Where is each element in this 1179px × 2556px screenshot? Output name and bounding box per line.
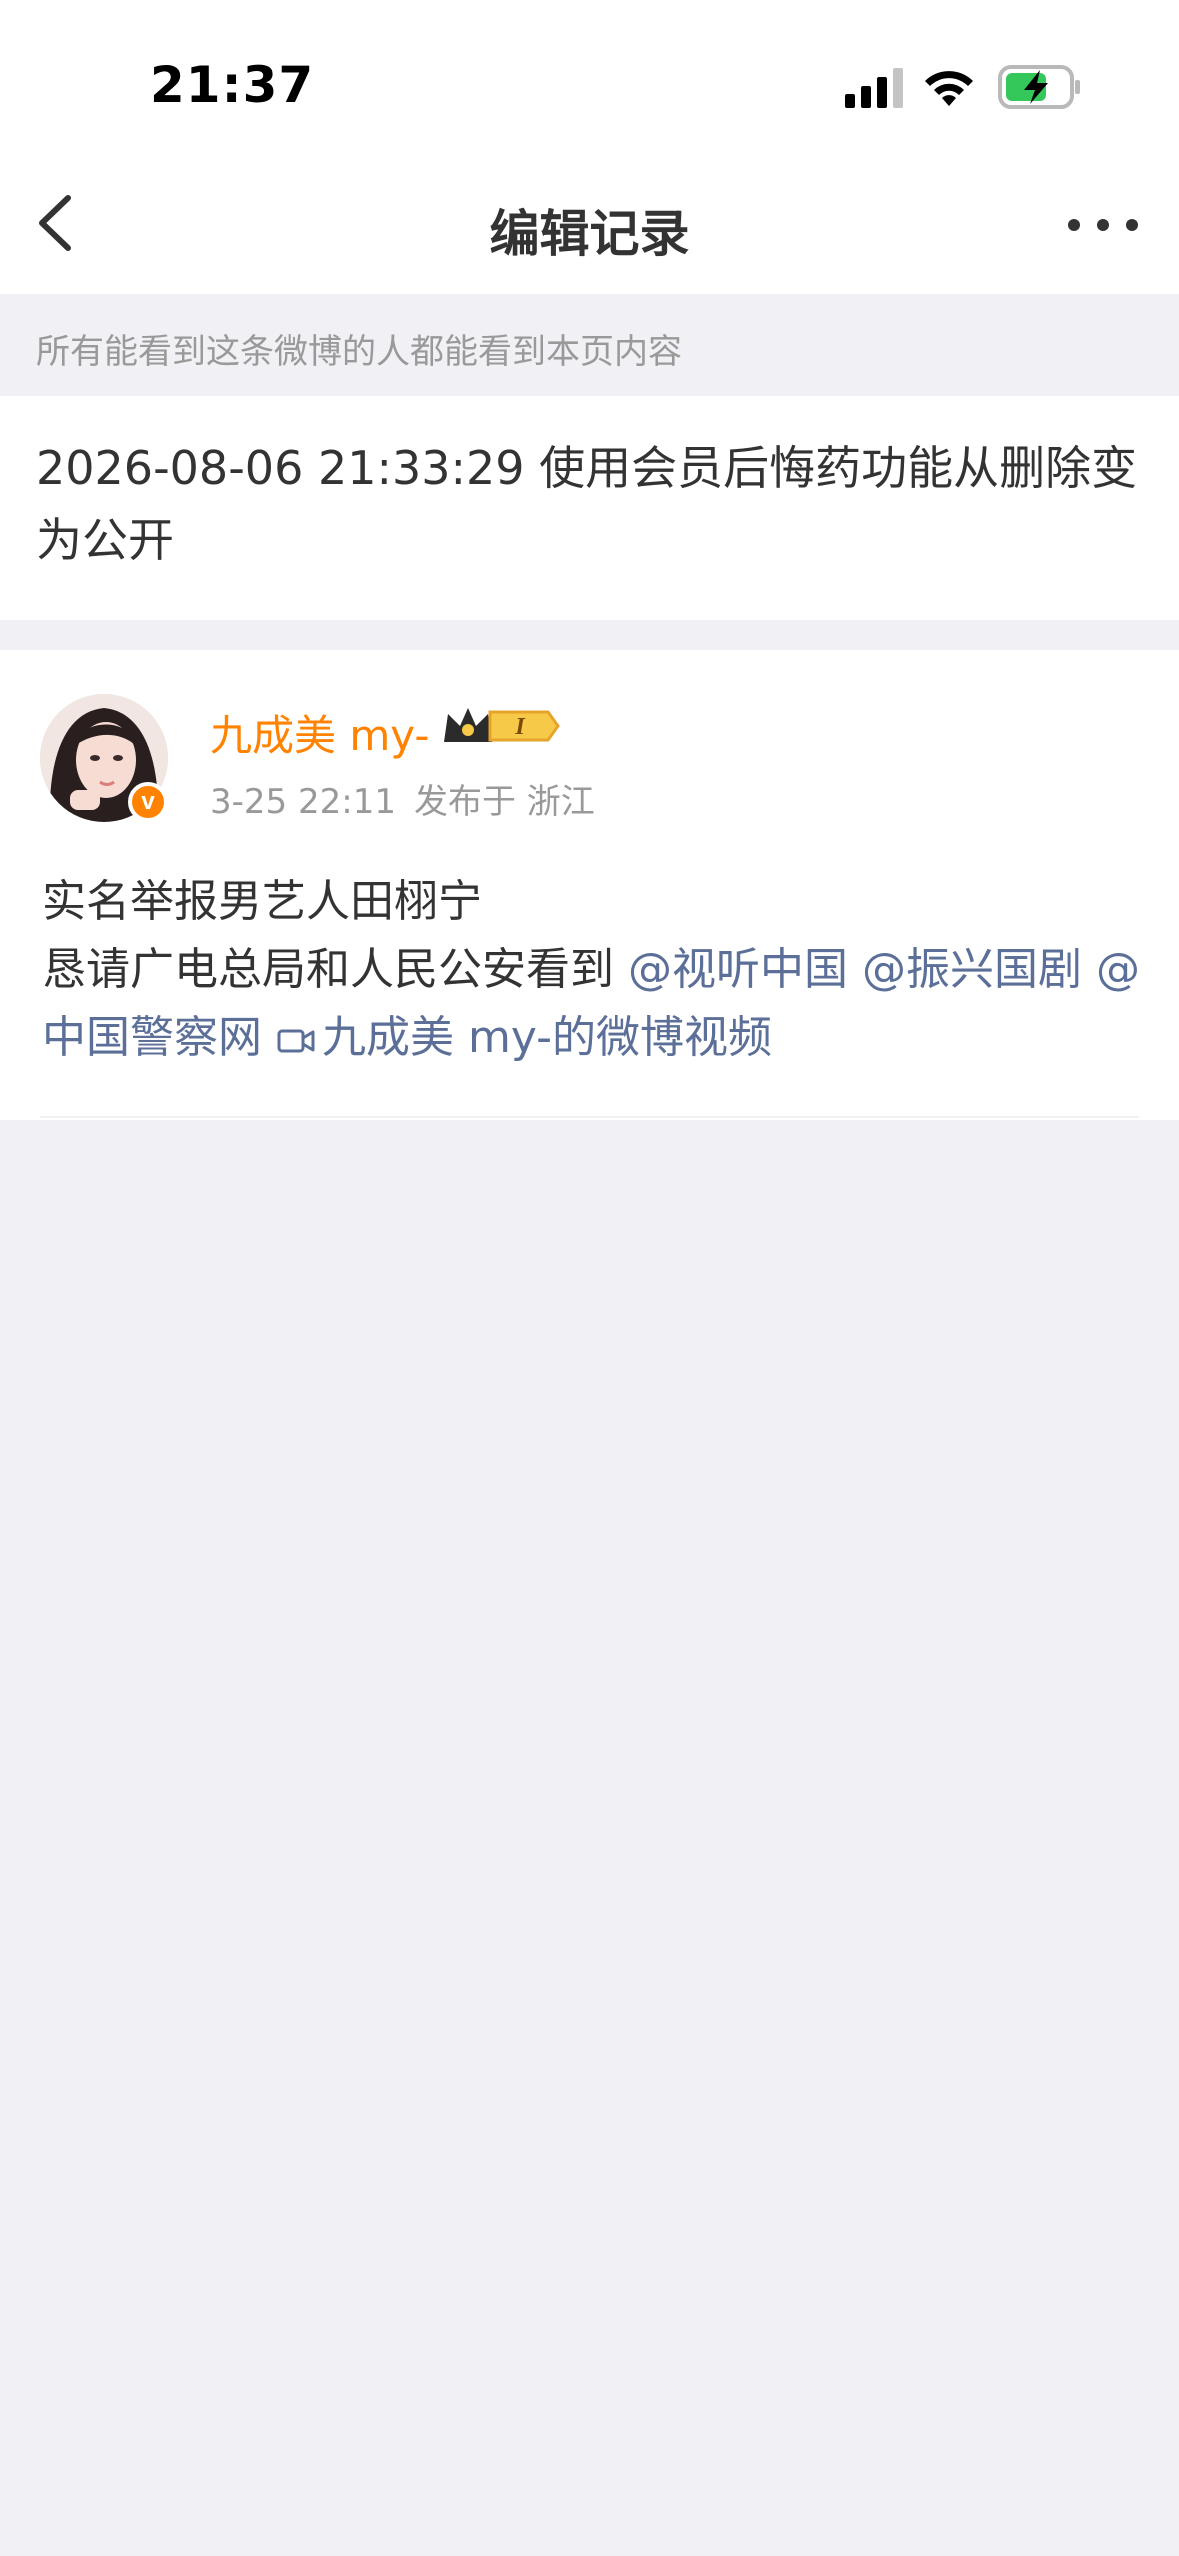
status-time: 21:37 (150, 56, 315, 114)
edit-record-text: 2026-08-06 21:33:29 使用会员后悔药功能从删除变为公开 (36, 441, 1138, 567)
more-dots-icon (1068, 219, 1138, 231)
page-title: 编辑记录 (489, 205, 690, 263)
author-name[interactable]: 九成美 my- (210, 702, 430, 763)
wifi-icon (925, 71, 973, 106)
verified-badge: v (128, 782, 168, 822)
post-content-line-2: 恳请广电总局和人民公安看到 (42, 944, 628, 995)
visibility-notice: 所有能看到这条微博的人都能看到本页内容 (0, 294, 1179, 394)
more-button[interactable] (1060, 200, 1150, 250)
video-link-label: 九成美 my-的微博视频 (322, 1012, 772, 1063)
post-content-line-1: 实名举报男艺人田栩宁 (42, 876, 482, 927)
signal-icon (845, 68, 903, 108)
mention-link[interactable]: @振兴国剧 (862, 944, 1082, 995)
vip-level: I (514, 714, 526, 740)
vip-crown-badge-icon[interactable]: I (440, 702, 560, 750)
divider (40, 1116, 1139, 1118)
edit-record-item: 2026-08-06 21:33:29 使用会员后悔药功能从删除变为公开 (0, 396, 1179, 620)
status-bar: 21:37 (0, 0, 1179, 150)
post-card[interactable]: v 九成美 my- I 3-25 22:11 发布于 浙江 实名举报男艺人田栩宁 … (0, 650, 1179, 1120)
video-link[interactable]: 九成美 my-的微博视频 (276, 1012, 772, 1063)
video-camera-icon (277, 1029, 315, 1053)
post-meta: 3-25 22:11 发布于 浙江 (210, 774, 613, 823)
post-content: 实名举报男艺人田栩宁 恳请广电总局和人民公安看到 @视听中国 @振兴国剧 @中国… (42, 868, 1142, 1072)
post-time: 3-25 22:11 (210, 782, 396, 822)
notice-text: 所有能看到这条微博的人都能看到本页内容 (36, 332, 682, 372)
battery-charging-icon (998, 65, 1080, 109)
post-location: 发布于 浙江 (413, 782, 595, 822)
mention-link[interactable]: @视听中国 (628, 944, 848, 995)
nav-bar: 编辑记录 (0, 150, 1179, 294)
